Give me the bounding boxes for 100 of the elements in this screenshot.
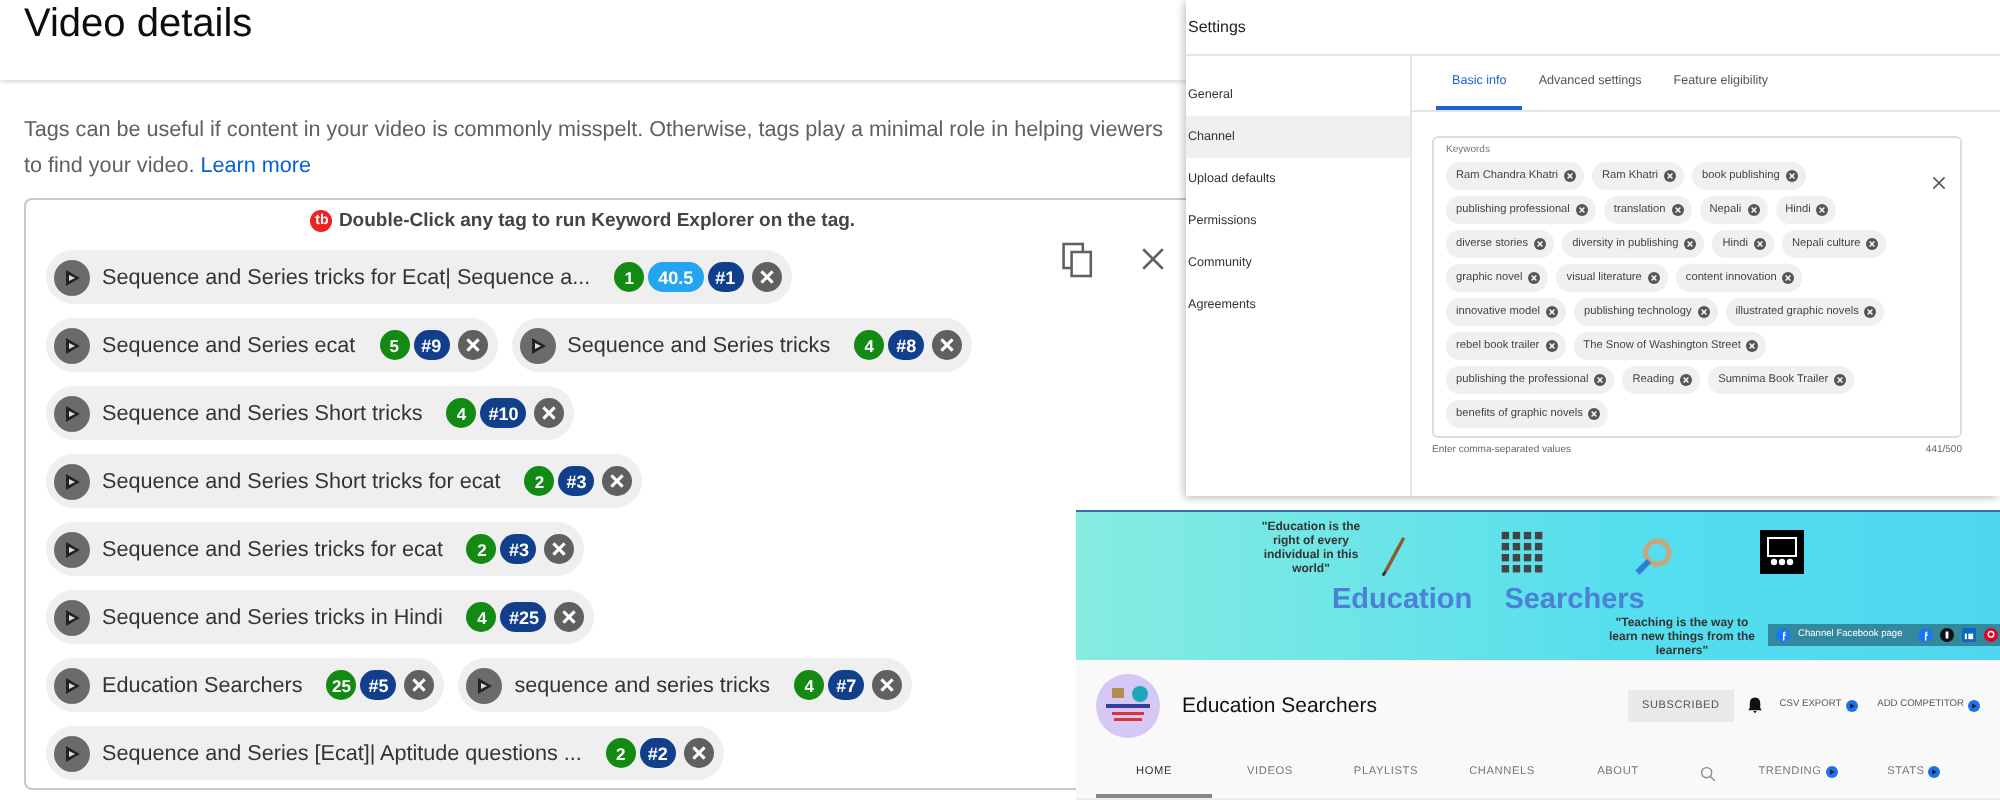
remove-icon[interactable]: [1834, 374, 1847, 386]
play-icon: [54, 463, 90, 499]
play-icon: [54, 667, 90, 703]
play-icon: [1968, 699, 1980, 712]
tag-chip[interactable]: Sequence and Series ecat 5 #9: [46, 318, 498, 372]
volume-badge: 40.5: [648, 262, 704, 292]
rank-badge: #2: [639, 738, 676, 768]
tag-label: Sequence and Series tricks for ecat: [102, 537, 443, 561]
play-icon: [54, 531, 90, 567]
remove-icon[interactable]: [1647, 272, 1660, 284]
bell-icon[interactable]: [1745, 696, 1764, 715]
remove-icon[interactable]: [1697, 306, 1710, 318]
remove-icon[interactable]: [544, 534, 575, 564]
pencil-icon: [1380, 534, 1408, 578]
remove-icon[interactable]: [932, 330, 963, 360]
remove-icon[interactable]: [554, 602, 585, 632]
play-icon: [54, 735, 90, 771]
score-badge: 5: [379, 330, 410, 360]
remove-icon[interactable]: [1588, 408, 1601, 420]
remove-icon[interactable]: [1680, 374, 1693, 386]
rank-badge: #25: [500, 602, 547, 632]
score-badge: 2: [605, 738, 636, 768]
remove-icon[interactable]: [457, 330, 488, 360]
rank-badge: #10: [480, 398, 527, 428]
remove-icon[interactable]: [1663, 170, 1676, 182]
score-badge: 4: [446, 398, 477, 428]
remove-icon[interactable]: [1816, 204, 1829, 216]
remove-icon[interactable]: [1747, 204, 1760, 216]
score-badge: 4: [854, 330, 885, 360]
remove-icon[interactable]: [1785, 170, 1798, 182]
tag-chip[interactable]: Sequence and Series [Ecat]| Aptitude questions ... 2 #2: [46, 726, 724, 780]
play-icon: [1825, 766, 1838, 779]
remove-icon[interactable]: [683, 738, 714, 768]
banner-title: Education Searchers: [1332, 584, 1645, 616]
dialog-title: Settings: [1188, 18, 1246, 36]
play-icon: [54, 395, 90, 431]
keywords-field[interactable]: [1432, 136, 1962, 438]
remove-icon[interactable]: [751, 262, 782, 292]
tag-chip[interactable]: Education Searchers 25 #5: [46, 658, 445, 712]
tag-chip[interactable]: Sequence and Series tricks for ecat 2 #3: [46, 522, 585, 576]
rank-badge: #8: [888, 330, 925, 360]
pinterest-icon[interactable]: [1984, 628, 1999, 642]
remove-icon[interactable]: [1782, 272, 1795, 284]
rank-badge: #3: [500, 534, 537, 564]
remove-icon[interactable]: [1866, 238, 1879, 250]
remove-icon[interactable]: [1564, 170, 1576, 182]
play-icon: [54, 259, 90, 295]
tag-label: Sequence and Series tricks: [567, 333, 831, 357]
keyword-hint: Double-Click any tag to run Keyword Explorer on the tag.: [338, 209, 856, 231]
tag-chip[interactable]: Sequence and Series tricks for Ecat| Sequence a... 1 40.5 #1: [46, 250, 792, 304]
close-icon[interactable]: [1932, 176, 1946, 190]
channel-avatar: [1096, 673, 1160, 738]
score-badge: 25: [326, 670, 357, 700]
remove-icon[interactable]: [1746, 340, 1759, 352]
score-badge: 4: [794, 670, 825, 700]
tag-chip[interactable]: sequence and series tricks 4 #7: [458, 658, 913, 712]
remove-icon[interactable]: [1528, 272, 1541, 284]
learn-more-link[interactable]: Learn more: [200, 154, 311, 178]
close-icon[interactable]: [1140, 246, 1166, 272]
play-icon: [466, 667, 503, 703]
magnifier-icon: [1634, 536, 1674, 576]
rank-badge: #1: [707, 262, 744, 292]
remove-icon[interactable]: [1594, 374, 1607, 386]
tag-label: Sequence and Series tricks for Ecat| Sequence a...: [102, 265, 591, 289]
remove-icon[interactable]: [1545, 306, 1558, 318]
rank-badge: #5: [360, 670, 397, 700]
tag-label: Education Searchers: [102, 673, 303, 697]
remove-icon[interactable]: [404, 670, 435, 700]
tag-label: Sequence and Series tricks in Hindi: [102, 605, 443, 629]
tag-label: sequence and series tricks: [514, 673, 771, 697]
copy-icon[interactable]: [1062, 242, 1094, 278]
remove-icon[interactable]: [534, 398, 565, 428]
play-icon: [54, 327, 90, 363]
remove-icon[interactable]: [602, 466, 633, 496]
social-icon[interactable]: [1940, 628, 1955, 642]
tag-chip[interactable]: Sequence and Series tricks 4 #8: [511, 318, 973, 372]
play-icon: [519, 327, 556, 363]
search-icon[interactable]: [1700, 766, 1716, 783]
remove-icon[interactable]: [1684, 238, 1697, 250]
rank-badge: #9: [413, 330, 450, 360]
tag-label: Sequence and Series Short tricks for ecat: [102, 469, 501, 493]
tag-chip[interactable]: Sequence and Series Short tricks for ecat 2 #3: [46, 454, 643, 508]
remove-icon[interactable]: [1545, 340, 1558, 352]
linkedin-icon[interactable]: [1962, 628, 1977, 642]
play-icon: [1928, 766, 1941, 779]
remove-icon[interactable]: [1534, 238, 1547, 250]
score-badge: 4: [466, 602, 497, 632]
tag-chip[interactable]: Sequence and Series Short tricks 4 #10: [46, 386, 575, 440]
remove-icon[interactable]: [1864, 306, 1877, 318]
remove-icon[interactable]: [1575, 204, 1588, 216]
remove-icon[interactable]: [872, 670, 903, 700]
remove-icon[interactable]: [1753, 238, 1766, 250]
tags-description: Tags can be useful if content in your video is commonly misspelt. Otherwise, tags play a minimal role in helping viewers to find your video. Learn more: [24, 116, 1165, 182]
tag-chip[interactable]: Sequence and Series tricks in Hindi 4 #25: [46, 590, 595, 644]
rank-badge: #3: [558, 466, 595, 496]
facebook-icon[interactable]: [1776, 628, 1790, 642]
facebook-icon[interactable]: [1918, 628, 1933, 642]
remove-icon[interactable]: [1671, 204, 1684, 216]
tag-label: Sequence and Series ecat: [102, 333, 356, 357]
tag-label: Sequence and Series Short tricks: [102, 401, 423, 425]
